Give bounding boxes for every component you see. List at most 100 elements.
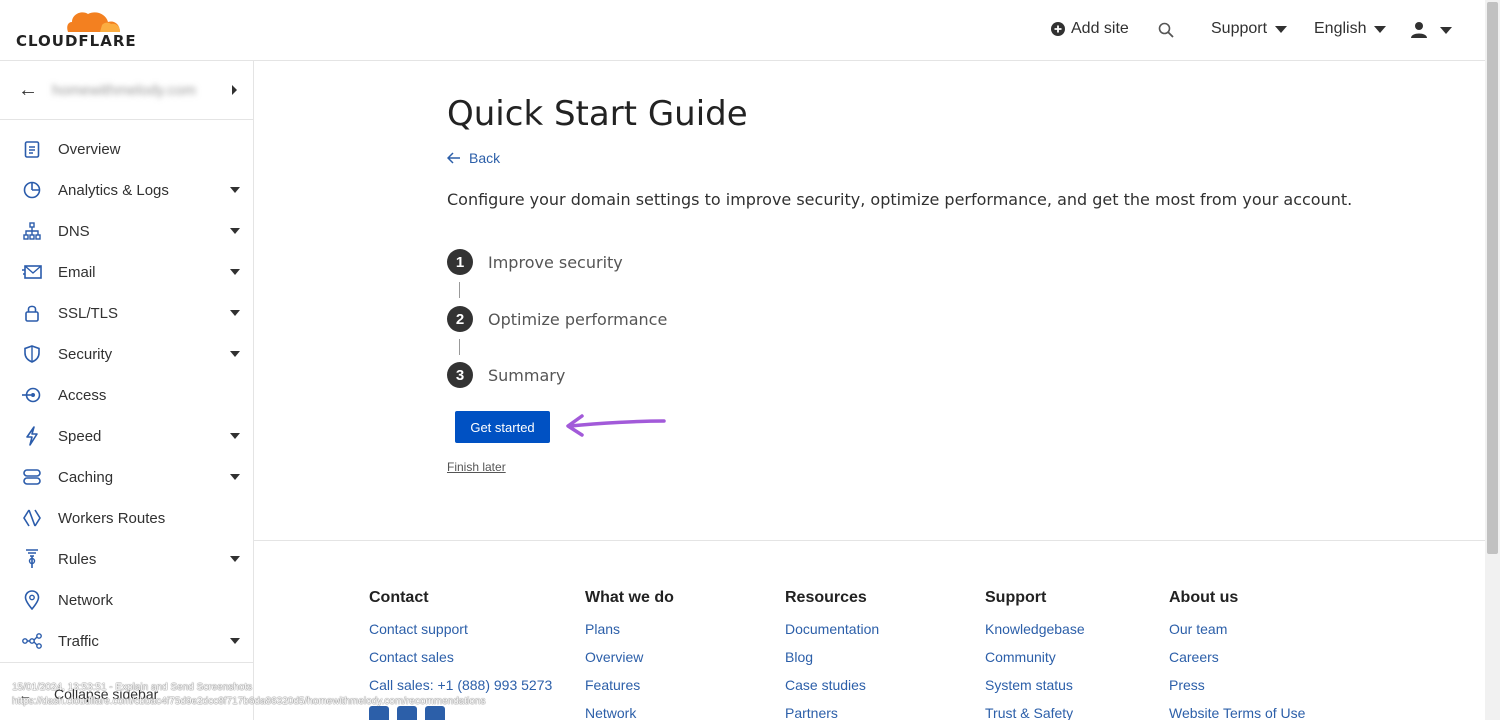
sidebar-item-label: Rules xyxy=(58,550,97,568)
sidebar-item-label: Network xyxy=(58,591,114,609)
chevron-down-icon xyxy=(1374,25,1387,33)
footer-link[interactable]: Network xyxy=(585,704,674,720)
step-item: 2 Optimize performance xyxy=(447,306,667,332)
footer-link[interactable]: Our team xyxy=(1169,620,1305,648)
footer-link[interactable]: Plans xyxy=(585,620,674,648)
footer-link[interactable]: Knowledgebase xyxy=(985,620,1085,648)
sidebar-item-traffic[interactable]: Traffic xyxy=(0,621,253,661)
linkedin-icon[interactable] xyxy=(425,706,445,720)
search-button[interactable] xyxy=(1158,22,1174,38)
caret-down-icon xyxy=(230,638,240,644)
finish-later-link[interactable]: Finish later xyxy=(447,460,506,474)
sidebar-item-rules[interactable]: Rules xyxy=(0,539,253,579)
get-started-button[interactable]: Get started xyxy=(455,411,550,443)
back-link[interactable]: Back xyxy=(447,150,500,166)
step-item: 1 Improve security xyxy=(447,249,623,275)
footer-column-support: Support Knowledgebase Community System s… xyxy=(985,589,1085,720)
sidebar-item-caching[interactable]: Caching xyxy=(0,457,253,497)
step-number: 3 xyxy=(447,362,473,388)
step-connector xyxy=(459,282,460,298)
language-label: English xyxy=(1314,20,1367,37)
share-nodes-icon xyxy=(22,631,42,651)
caret-down-icon xyxy=(230,187,240,193)
access-icon xyxy=(22,385,42,405)
social-links xyxy=(369,706,552,720)
footer-link[interactable]: Partners xyxy=(785,704,879,720)
footer-link[interactable]: Contact support xyxy=(369,620,552,648)
caret-down-icon xyxy=(230,474,240,480)
account-name: homewithmelody.com xyxy=(52,82,196,99)
footer-link[interactable]: Blog xyxy=(785,648,879,676)
footer-heading: Support xyxy=(985,589,1047,606)
footer-heading: Contact xyxy=(369,589,429,606)
sidebar-item-ssl[interactable]: SSL/TLS xyxy=(0,293,253,333)
sidebar-item-security[interactable]: Security xyxy=(0,334,253,374)
sidebar-item-workers-routes[interactable]: Workers Routes xyxy=(0,498,253,538)
footer-column-resources: Resources Documentation Blog Case studie… xyxy=(785,589,879,720)
sidebar-item-dns[interactable]: DNS xyxy=(0,211,253,251)
sidebar-item-label: Speed xyxy=(58,427,102,445)
footer-link[interactable]: Community xyxy=(985,648,1085,676)
caret-down-icon xyxy=(230,351,240,357)
sidebar: ← homewithmelody.com Overview Analytics … xyxy=(0,61,254,720)
footer-link[interactable]: Careers xyxy=(1169,648,1305,676)
footer-link[interactable]: Press xyxy=(1169,676,1305,704)
sidebar-item-network[interactable]: Network xyxy=(0,580,253,620)
footer: Contact Contact support Contact sales Ca… xyxy=(254,540,1485,720)
footer-link[interactable]: Case studies xyxy=(785,676,879,704)
step-number: 1 xyxy=(447,249,473,275)
arrow-left-icon xyxy=(447,152,460,164)
user-menu[interactable] xyxy=(1410,21,1452,39)
footer-link[interactable]: Documentation xyxy=(785,620,879,648)
sidebar-item-email[interactable]: Email xyxy=(0,252,253,292)
top-header: CLOUDFLARE Add site Support English xyxy=(0,0,1485,61)
twitter-icon[interactable] xyxy=(369,706,389,720)
language-dropdown[interactable]: English xyxy=(1314,20,1387,38)
footer-link[interactable]: Website Terms of Use xyxy=(1169,704,1305,720)
footer-link[interactable]: Trust & Safety xyxy=(985,704,1085,720)
step-label: Optimize performance xyxy=(488,309,668,329)
add-site-button[interactable]: Add site xyxy=(1051,20,1129,38)
footer-link[interactable]: Contact sales xyxy=(369,648,552,676)
support-dropdown[interactable]: Support xyxy=(1211,20,1288,38)
footer-link[interactable]: Overview xyxy=(585,648,674,676)
sidebar-item-label: Overview xyxy=(58,140,121,158)
footer-heading: Resources xyxy=(785,589,867,606)
user-icon xyxy=(1411,22,1427,38)
pie-chart-icon xyxy=(22,180,42,200)
footer-link[interactable]: Features xyxy=(585,676,674,704)
screenshot-url: https://dash.cloudflare.com/cbbac4f75d9e… xyxy=(12,696,486,707)
sidebar-item-speed[interactable]: Speed xyxy=(0,416,253,456)
chevron-right-icon[interactable] xyxy=(232,85,237,95)
sidebar-item-label: SSL/TLS xyxy=(58,304,119,322)
caret-down-icon xyxy=(230,310,240,316)
arrow-left-icon[interactable]: ← xyxy=(18,79,38,102)
footer-heading: About us xyxy=(1169,589,1239,606)
footer-heading: What we do xyxy=(585,589,674,606)
server-icon xyxy=(22,467,42,487)
add-site-label: Add site xyxy=(1071,20,1129,37)
shield-icon xyxy=(22,344,42,364)
caret-down-icon xyxy=(230,556,240,562)
footer-link[interactable]: System status xyxy=(985,676,1085,704)
sidebar-item-label: Email xyxy=(58,263,96,281)
footer-column-about-us: About us Our team Careers Press Website … xyxy=(1169,589,1305,720)
sidebar-item-label: Security xyxy=(58,345,113,363)
network-tree-icon xyxy=(22,221,42,241)
facebook-icon[interactable] xyxy=(397,706,417,720)
cloudflare-logo[interactable]: CLOUDFLARE xyxy=(16,10,136,50)
support-label: Support xyxy=(1211,20,1268,37)
sidebar-item-label: Access xyxy=(58,386,107,404)
scrollbar-thumb[interactable] xyxy=(1487,2,1498,554)
step-number: 2 xyxy=(447,306,473,332)
envelope-icon xyxy=(22,262,42,282)
account-selector[interactable]: ← homewithmelody.com xyxy=(0,61,253,120)
map-pin-icon xyxy=(22,590,42,610)
sidebar-item-access[interactable]: Access xyxy=(0,375,253,415)
search-icon xyxy=(1158,22,1174,38)
sidebar-item-overview[interactable]: Overview xyxy=(0,129,253,169)
annotation-arrow-icon xyxy=(566,414,666,437)
caret-down-icon xyxy=(230,228,240,234)
sidebar-item-analytics[interactable]: Analytics & Logs xyxy=(0,170,253,210)
caret-down-icon xyxy=(230,269,240,275)
